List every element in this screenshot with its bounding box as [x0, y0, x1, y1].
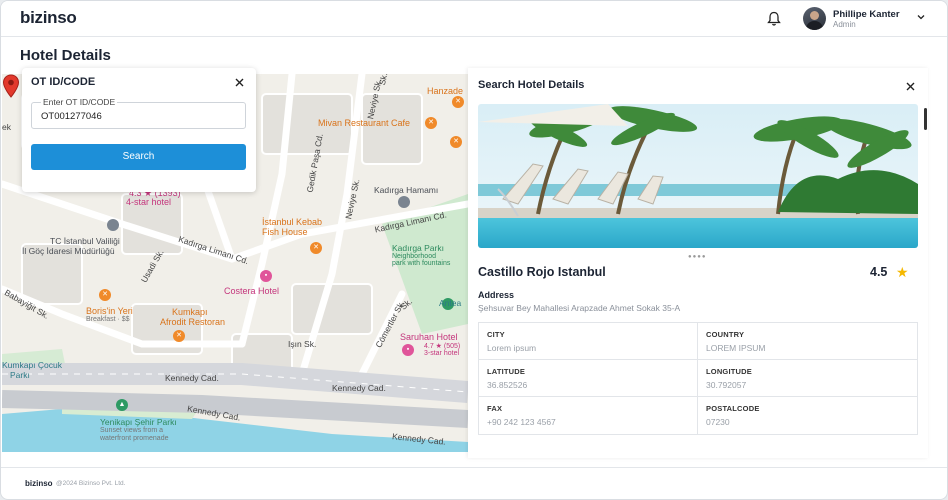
restaurant-icon: ✕ — [310, 242, 322, 254]
field-value: 36.852526 — [487, 380, 528, 390]
map-label: İl Göç İdaresi Müdürlüğü — [22, 246, 115, 256]
restaurant-icon: ✕ — [173, 330, 185, 342]
search-button[interactable]: Search — [31, 144, 246, 170]
map-label: İstanbul Kebab — [262, 217, 323, 227]
user-role: Admin — [833, 20, 856, 29]
field-label: POSTALCODE — [706, 404, 760, 413]
postalcode-cell: POSTALCODE 07230 — [698, 397, 917, 434]
map-label: Antea — [439, 298, 462, 308]
info-row: CITY Lorem ipsum COUNTRY LOREM IPSUM — [479, 323, 917, 360]
map-label: Mivan Restaurant Cafe — [318, 118, 411, 128]
restaurant-icon: ✕ — [450, 136, 462, 148]
map-label: Hanzade — [427, 86, 464, 96]
landmark-icon — [107, 219, 119, 231]
field-label: CITY — [487, 330, 505, 339]
map-label: 4-star hotel — [126, 197, 172, 207]
park-icon: ▲ — [116, 399, 128, 411]
map-label: Costera Hotel — [224, 286, 280, 296]
avatar[interactable] — [803, 7, 826, 30]
hotel-icon: ▪ — [260, 270, 272, 282]
fax-cell: FAX +90 242 123 4567 — [479, 397, 698, 434]
city-cell: CITY Lorem ipsum — [479, 323, 698, 359]
field-label: COUNTRY — [706, 330, 745, 339]
ot-id-input-label: Enter OT ID/CODE — [41, 97, 118, 107]
map-label: Yenikapı Şehir Parkı — [100, 417, 177, 427]
map-label: waterfront promenade — [100, 435, 169, 442]
location-pin-icon[interactable] — [2, 74, 20, 98]
map-label: Breakfast · $$ — [86, 316, 130, 323]
map-label: Parkı — [10, 370, 30, 380]
hotel-details-panel: Search Hotel Details ●●●● Castillo Rojo … — [468, 68, 928, 458]
page-title: Hotel Details — [20, 47, 111, 64]
footer-copyright: @2024 Bizinso Pvt. Ltd. — [56, 480, 126, 487]
address-label: Address — [478, 290, 515, 300]
star-icon: ★ — [896, 264, 909, 280]
hotel-name: Castillo Rojo Istanbul — [478, 265, 606, 279]
hotel-info-grid: CITY Lorem ipsum COUNTRY LOREM IPSUM LAT… — [478, 322, 918, 435]
info-row: FAX +90 242 123 4567 POSTALCODE 07230 — [479, 397, 917, 434]
app-window: bizinso Phillipe Kanter Admin Hotel Deta… — [0, 0, 948, 500]
map-label: Kumkapı Çocuk — [2, 360, 62, 370]
map-label: Neighborhood — [392, 253, 436, 260]
scrollbar[interactable] — [924, 108, 927, 130]
restaurant-icon: ✕ — [452, 96, 464, 108]
field-value: 30.792057 — [706, 380, 747, 390]
carousel-dots[interactable]: ●●●● — [688, 254, 707, 260]
field-value: 07230 — [706, 417, 730, 427]
street-label: Işın Sk. — [288, 339, 317, 349]
footer-logo: bizinso — [25, 479, 53, 488]
chevron-down-icon[interactable] — [916, 12, 926, 22]
map-label: Saruhan Hotel — [400, 332, 458, 342]
search-card-title: OT ID/CODE — [31, 76, 96, 88]
field-value: Lorem ipsum — [487, 343, 537, 353]
latitude-cell: LATITUDE 36.852526 — [479, 360, 698, 396]
footer-divider — [1, 467, 947, 468]
close-icon[interactable] — [905, 81, 916, 92]
address-value: Şehsuvar Bey Mahallesi Arapzade Ahmet So… — [478, 303, 681, 313]
map-label: 4.7 ★ (505) — [424, 343, 461, 350]
map-label: Kadırga Parkı — [392, 243, 444, 253]
longitude-cell: LONGITUDE 30.792057 — [698, 360, 917, 396]
panel-title: Search Hotel Details — [478, 79, 585, 91]
field-value: LOREM IPSUM — [706, 343, 766, 353]
hotel-icon: ▪ — [402, 344, 414, 356]
map-label: Sunset views from a — [100, 427, 164, 434]
map-label: park with fountains — [392, 260, 451, 267]
map-label: Kumkapı — [172, 307, 208, 317]
ot-id-input-value[interactable]: OT001277046 — [41, 111, 102, 122]
search-card: OT ID/CODE Enter OT ID/CODE OT001277046 … — [22, 68, 256, 192]
restaurant-icon: ✕ — [99, 289, 111, 301]
info-row: LATITUDE 36.852526 LONGITUDE 30.792057 — [479, 360, 917, 397]
map-label: Fish House — [262, 227, 308, 237]
close-icon[interactable] — [234, 77, 245, 88]
app-logo[interactable]: bizinso — [20, 8, 77, 28]
landmark-icon — [398, 196, 410, 208]
restaurant-icon: ✕ — [425, 117, 437, 129]
field-label: LONGITUDE — [706, 367, 752, 376]
field-label: LATITUDE — [487, 367, 526, 376]
map-label: TC İstanbul Valiliği — [50, 236, 120, 246]
map-label: Kadırga Hamamı — [374, 185, 439, 195]
street-label: Kennedy Cad. — [332, 383, 386, 393]
country-cell: COUNTRY LOREM IPSUM — [698, 323, 917, 359]
user-name[interactable]: Phillipe Kanter — [833, 9, 900, 20]
hotel-photo[interactable] — [478, 104, 918, 248]
field-value: +90 242 123 4567 — [487, 417, 556, 427]
map-label: Boris'in Yeri — [86, 306, 133, 316]
top-bar: bizinso Phillipe Kanter Admin — [1, 1, 947, 37]
map-label: Afrodit Restoran — [160, 317, 226, 327]
field-label: FAX — [487, 404, 503, 413]
hotel-rating: 4.5 — [870, 265, 888, 279]
street-label: ek — [2, 122, 11, 132]
ot-id-input[interactable]: Enter OT ID/CODE OT001277046 — [31, 97, 246, 129]
street-label: Kennedy Cad. — [165, 373, 219, 383]
bell-icon[interactable] — [767, 11, 781, 27]
map-label: 3-star hotel — [424, 350, 460, 357]
